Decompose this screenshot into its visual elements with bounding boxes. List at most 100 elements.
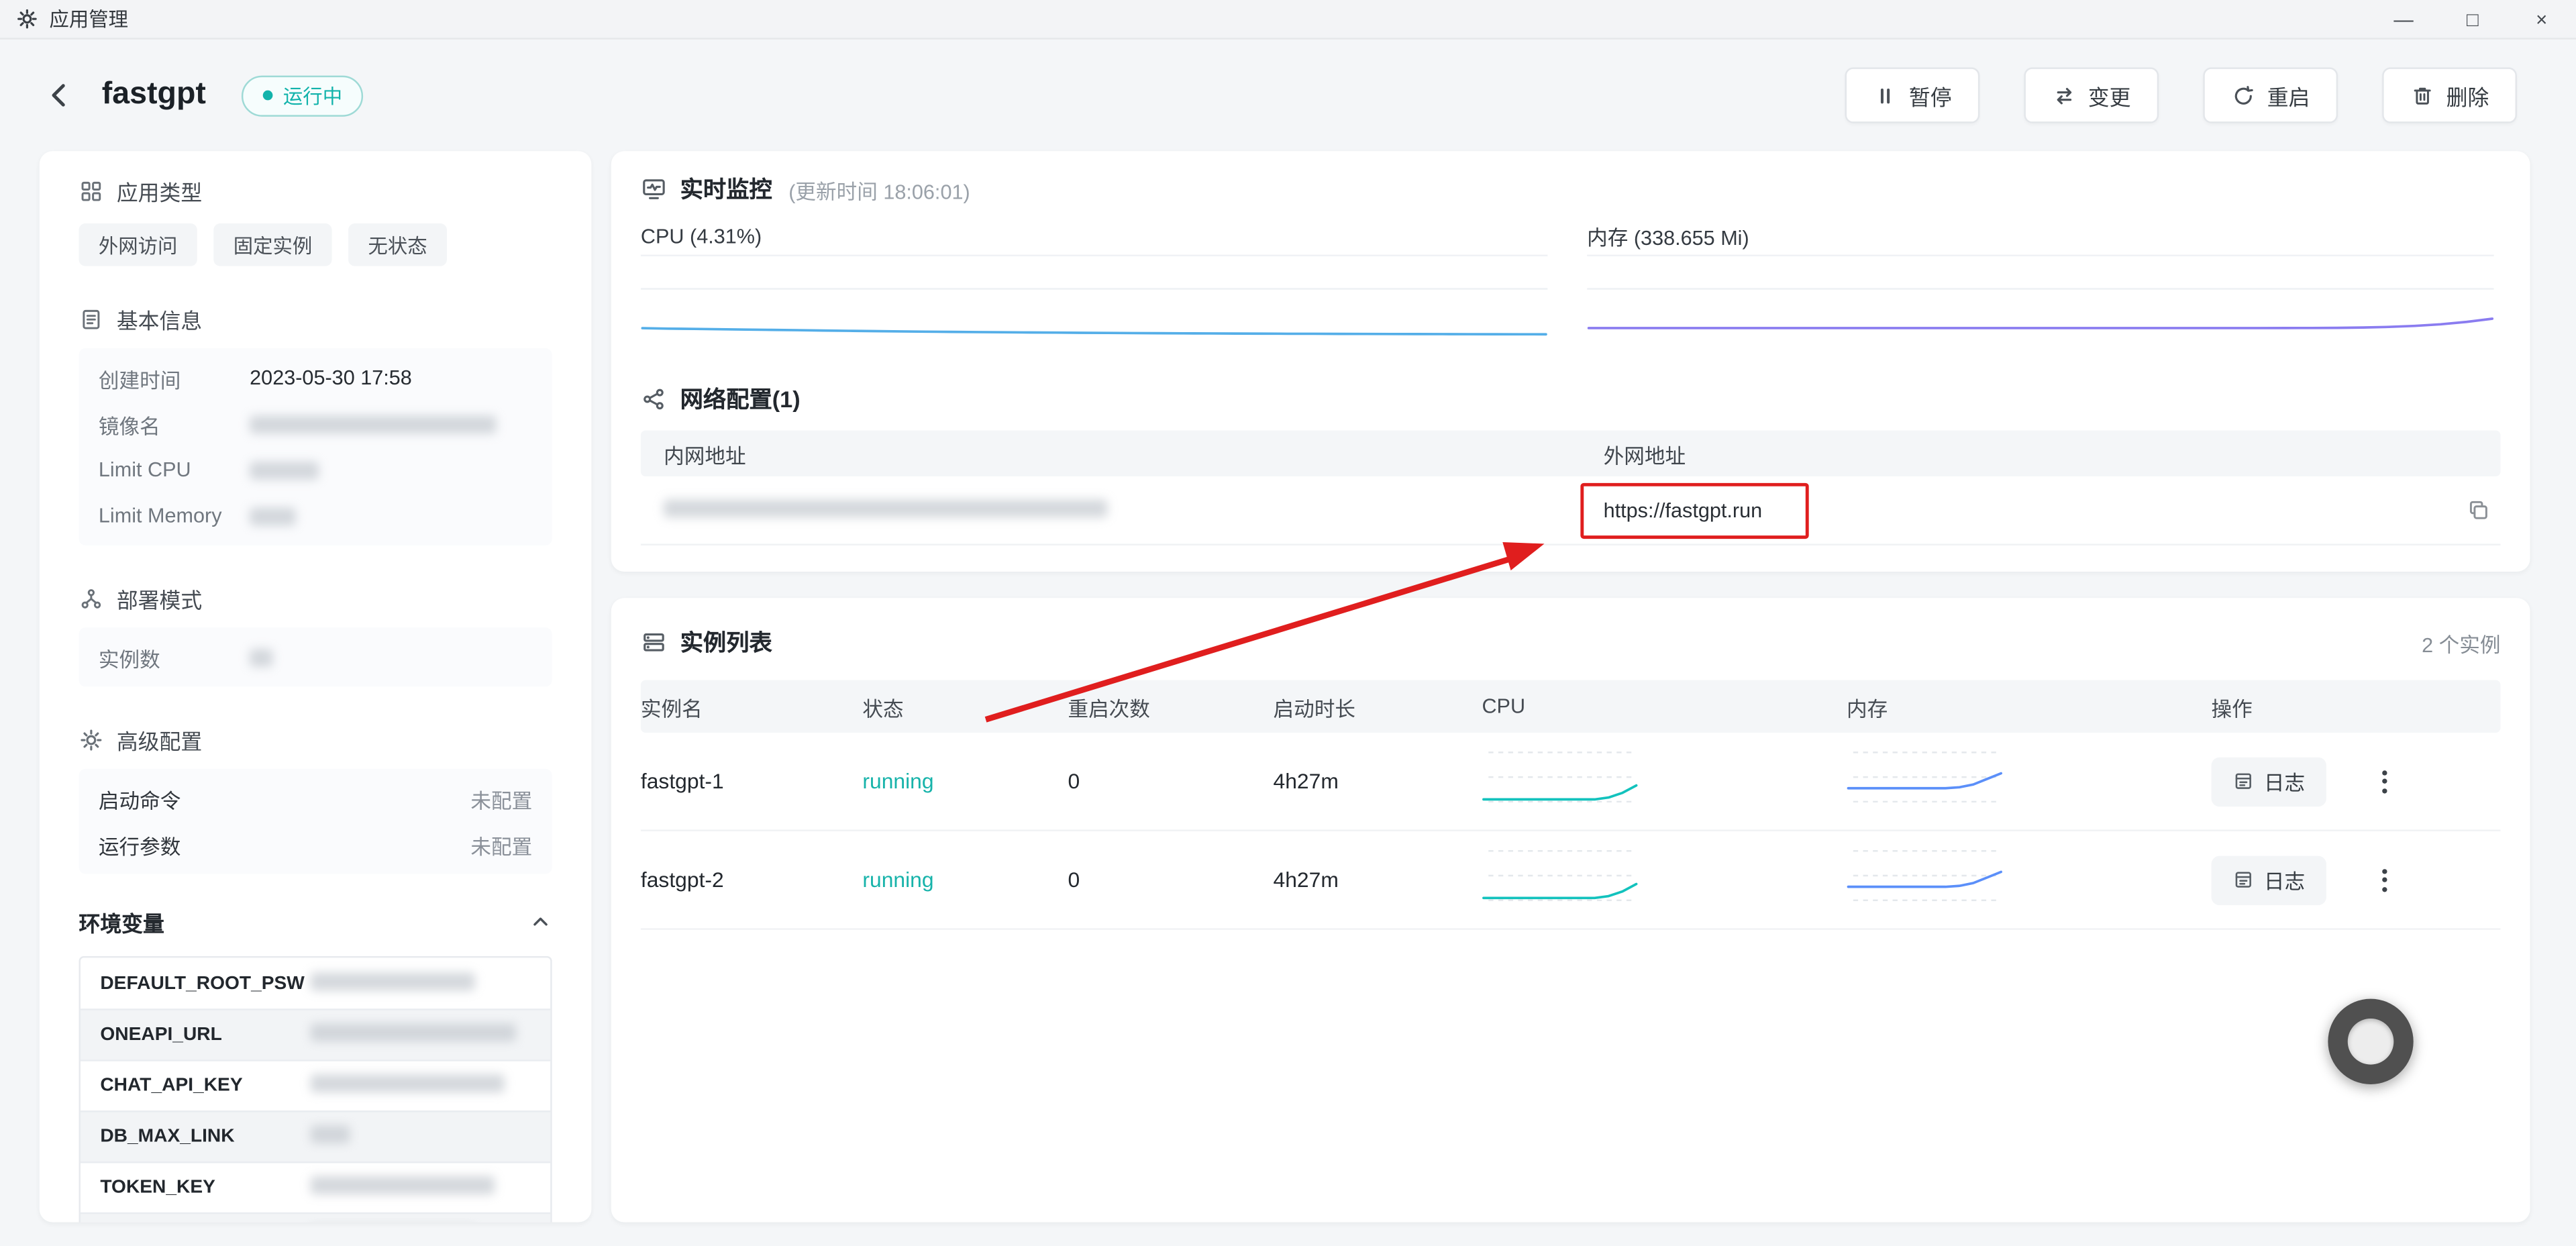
col-uptime: 启动时长 (1274, 691, 1482, 723)
back-button[interactable] (40, 76, 79, 115)
section-deploy-mode: 部署模式 (79, 582, 552, 615)
log-button[interactable]: 日志 (2212, 756, 2326, 805)
status-badge: 运行中 (242, 74, 364, 115)
col-external-address: 外网地址 (1580, 437, 2500, 469)
adv-value: 未配置 (470, 829, 532, 860)
restart-icon (2231, 83, 2256, 108)
env-row: ONEAPI_URL (81, 1008, 550, 1059)
instance-name: fastgpt-1 (641, 769, 863, 794)
log-button[interactable]: 日志 (2212, 855, 2326, 904)
network-table-row: https://fastgpt.run (641, 476, 2501, 546)
restart-button[interactable]: 重启 (2203, 67, 2338, 123)
section-title: 应用类型 (117, 175, 202, 207)
env-vars-table: DEFAULT_ROOT_PSW ONEAPI_URL CHAT_API_KEY… (79, 956, 552, 1223)
chevron-up-icon[interactable] (529, 910, 552, 933)
monitor-charts: CPU (4.31%) 内存 (338.655 Mi) (641, 217, 2501, 358)
redacted-value (250, 415, 496, 433)
minimize-button[interactable]: — (2369, 0, 2438, 39)
page-header: fastgpt 运行中 暂停 变更 重启 删除 (0, 40, 2576, 151)
instance-status: running (862, 769, 1068, 794)
info-label: Limit CPU (99, 458, 250, 481)
copy-icon[interactable] (2466, 498, 2491, 523)
network-nodes-icon (641, 386, 667, 412)
instance-uptime: 4h27m (1274, 868, 1482, 892)
col-status: 状态 (862, 691, 1068, 723)
delete-button[interactable]: 删除 (2382, 67, 2517, 123)
info-label: 镜像名 (99, 408, 250, 439)
table-row: fastgpt-2 running 0 4h27m 日志 (641, 831, 2501, 930)
cpu-chart-label: CPU (4.31%) (641, 217, 1548, 256)
redacted-value (250, 461, 319, 479)
info-row-limit-memory: Limit Memory (79, 493, 552, 539)
more-options-button[interactable] (2375, 763, 2393, 799)
delete-button-label: 删除 (2446, 80, 2489, 111)
pause-button[interactable]: 暂停 (1845, 67, 1979, 123)
info-row-limit-cpu: Limit CPU (79, 447, 552, 493)
app-window: 应用管理 — □ × fastgpt 运行中 暂停 变更 重启 删除 (0, 0, 2576, 1245)
col-memory: 内存 (1847, 691, 2212, 723)
app-gear-icon (16, 8, 38, 30)
maximize-button[interactable]: □ (2438, 0, 2507, 39)
info-label: 实例数 (99, 641, 250, 673)
log-icon (2232, 770, 2254, 792)
env-key: DEFAULT_ROOT_PSW (81, 974, 301, 993)
section-basic-info: 基本信息 (79, 303, 552, 335)
redacted-value (250, 507, 296, 525)
info-row-image: 镜像名 (79, 401, 552, 447)
adv-label: 启动命令 (99, 783, 181, 815)
section-title: 高级配置 (117, 724, 202, 756)
cursor-click-marker (2328, 999, 2413, 1084)
env-key: CHAT_API_KEY (81, 1076, 301, 1096)
chevron-left-icon (43, 79, 76, 112)
redacted-value (311, 1125, 350, 1143)
monitor-header: 实时监控 (更新时间 18:06:01) (641, 168, 2501, 211)
adv-label: 运行参数 (99, 829, 181, 860)
memory-chart-line (1587, 256, 2494, 358)
change-button[interactable]: 变更 (2024, 67, 2159, 123)
window-title: 应用管理 (49, 5, 128, 33)
close-button[interactable]: × (2507, 0, 2576, 39)
adv-row-start-command: 启动命令 未配置 (79, 776, 552, 822)
adv-row-run-params: 运行参数 未配置 (79, 821, 552, 868)
instance-name: fastgpt-2 (641, 868, 863, 892)
instance-count: 2 个实例 (2422, 627, 2500, 658)
info-value: 2023-05-30 17:58 (250, 366, 412, 389)
network-header: 网络配置(1) (641, 378, 2501, 421)
more-options-button[interactable] (2375, 862, 2393, 898)
instances-card: 实例列表 2 个实例 实例名 状态 重启次数 启动时长 CPU 内存 操作 fa… (611, 598, 2530, 1222)
instance-uptime: 4h27m (1274, 769, 1482, 794)
env-row: DB_MAX_LINK (81, 1110, 550, 1161)
external-url[interactable]: https://fastgpt.run (1604, 499, 1763, 521)
adv-value: 未配置 (470, 783, 532, 815)
stack-icon (641, 629, 667, 656)
main-content: 实时监控 (更新时间 18:06:01) CPU (4.31%) 内存 (338… (611, 151, 2530, 1222)
instance-memory-sparkline (1847, 844, 2003, 906)
monitor-card: 实时监控 (更新时间 18:06:01) CPU (4.31%) 内存 (338… (611, 151, 2530, 572)
gear-icon (79, 727, 104, 751)
network-title: 网络配置(1) (680, 382, 801, 415)
instances-header: 实例列表 (641, 621, 772, 664)
env-vars-header: 环境变量 (79, 904, 552, 940)
env-row: TOKEN_KEY (81, 1161, 550, 1212)
col-instance-name: 实例名 (641, 691, 863, 723)
col-operations: 操作 (2212, 691, 2501, 723)
cpu-chart-line (641, 256, 1548, 358)
col-internal-address: 内网地址 (641, 437, 1580, 469)
cpu-chart: CPU (4.31%) (641, 217, 1548, 358)
network-table-header: 内网地址 外网地址 (641, 430, 2501, 476)
env-vars-title: 环境变量 (79, 906, 164, 937)
network-table: 内网地址 外网地址 https://fastgpt.run (641, 430, 2501, 545)
pause-icon (1873, 83, 1898, 108)
log-icon (2232, 869, 2254, 890)
env-key: DB_MAX_LINK (81, 1127, 301, 1147)
memory-chart: 内存 (338.655 Mi) (1587, 217, 2494, 358)
instance-restarts: 0 (1068, 868, 1273, 892)
info-row-created: 创建时间 2023-05-30 17:58 (79, 355, 552, 401)
grid-icon (79, 178, 104, 203)
redacted-value (250, 648, 272, 666)
monitor-icon (641, 176, 667, 202)
monitor-update-time: (更新时间 18:06:01) (788, 173, 970, 205)
instance-cpu-sparkline (1482, 746, 1638, 809)
redacted-value (311, 1074, 505, 1092)
env-row: DEFAULT_ROOT_PSW (81, 957, 550, 1008)
